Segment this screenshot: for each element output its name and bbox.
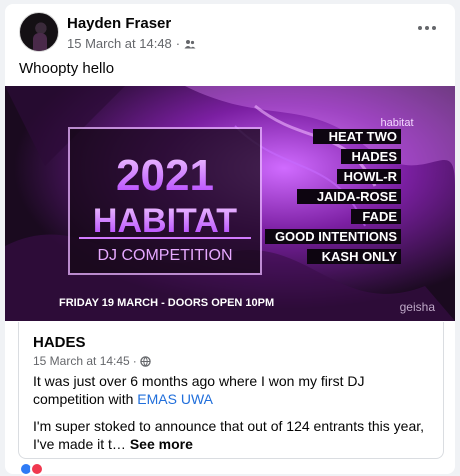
banner-venue: geisha xyxy=(400,300,436,314)
banner-event-name: HABITAT xyxy=(93,202,237,240)
author-avatar[interactable] xyxy=(19,12,59,52)
shared-post-title[interactable]: HADES xyxy=(33,334,86,351)
shared-post-timestamp[interactable]: 15 March at 14:45 xyxy=(33,354,130,368)
banner-date-line: FRIDAY 19 MARCH - DOORS OPEN 10PM xyxy=(59,297,274,309)
body-text: I'm super stoked to announce that out of… xyxy=(33,418,425,452)
banner-artwork: 2021 HABITAT DJ COMPETITION habitat HEAT… xyxy=(5,86,455,321)
shared-post-card[interactable]: HADES 15 March at 14:45 · It was just ov… xyxy=(18,322,444,459)
post-meta: 15 March at 14:48 · xyxy=(67,36,196,51)
shared-meta-separator: · xyxy=(132,354,137,368)
lineup-item: HEAT TWO xyxy=(329,129,397,144)
mention-link[interactable]: EMAS UWA xyxy=(137,391,213,407)
lineup-item: FADE xyxy=(362,209,397,224)
post-card: Hayden Fraser 15 March at 14:48 · Whoopt… xyxy=(5,4,455,476)
lineup-item: JAIDA-ROSE xyxy=(317,189,398,204)
shared-post-meta: 15 March at 14:45 · xyxy=(33,354,151,368)
banner-year: 2021 xyxy=(116,151,214,200)
banner-brand: habitat xyxy=(380,117,413,129)
post-header: Hayden Fraser 15 March at 14:48 · xyxy=(19,12,441,54)
author-name[interactable]: Hayden Fraser xyxy=(67,15,171,32)
love-reaction-icon xyxy=(30,462,44,476)
shared-post-body-para2: I'm super stoked to announce that out of… xyxy=(33,417,433,453)
event-banner-image[interactable]: 2021 HABITAT DJ COMPETITION habitat HEAT… xyxy=(5,86,455,321)
shared-post-body-para1: It was just over 6 months ago where I wo… xyxy=(33,372,433,408)
lineup-item: HOWL-R xyxy=(344,169,398,184)
post-text: Whoopty hello xyxy=(19,60,115,77)
post-timestamp[interactable]: 15 March at 14:48 xyxy=(67,36,172,51)
meta-separator: · xyxy=(175,36,181,51)
lineup-item: GOOD INTENTIONS xyxy=(275,229,397,244)
reaction-icons[interactable] xyxy=(19,462,59,476)
lineup-item: KASH ONLY xyxy=(322,249,398,264)
see-more-link[interactable]: See more xyxy=(130,436,193,452)
friends-icon[interactable] xyxy=(184,39,196,49)
lineup-item: HADES xyxy=(351,149,397,164)
more-options-icon[interactable] xyxy=(413,18,441,38)
banner-subtitle: DJ COMPETITION xyxy=(97,247,232,264)
globe-icon xyxy=(140,355,151,367)
